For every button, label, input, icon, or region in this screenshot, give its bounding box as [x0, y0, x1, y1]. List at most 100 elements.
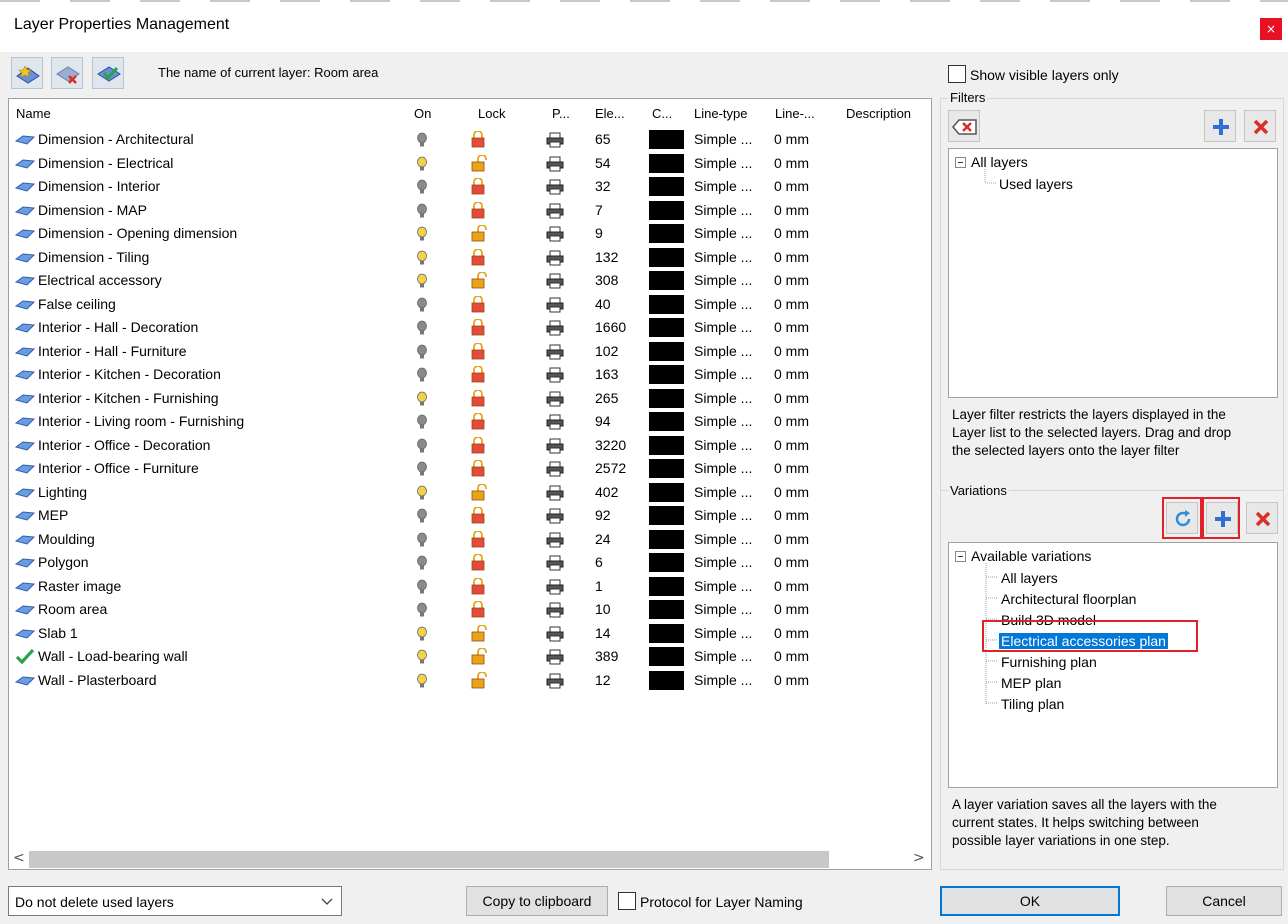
light-bulb-icon[interactable] [416, 461, 428, 477]
line-type[interactable]: Simple ... [694, 578, 752, 594]
table-row[interactable]: Slab 1 14 Simple ... 0 mm [9, 622, 924, 645]
printer-icon[interactable] [546, 508, 564, 524]
table-row[interactable]: Room area 10 Simple ... 0 mm [9, 598, 924, 621]
table-row[interactable]: Dimension - MAP 7 Simple ... 0 mm [9, 199, 924, 222]
line-type[interactable]: Simple ... [694, 437, 752, 453]
line-weight[interactable]: 0 mm [774, 437, 809, 453]
lock-closed-icon[interactable] [470, 507, 488, 525]
column-header-print[interactable]: P... [552, 106, 570, 126]
scroll-left-icon[interactable]: < [13, 850, 25, 866]
filters-tree[interactable]: All layers Used layers [948, 148, 1278, 398]
line-type[interactable]: Simple ... [694, 319, 752, 335]
printer-icon[interactable] [546, 461, 564, 477]
line-type[interactable]: Simple ... [694, 225, 752, 241]
light-bulb-icon[interactable] [416, 320, 428, 336]
layer-color-swatch[interactable] [649, 153, 684, 173]
light-bulb-icon[interactable] [416, 391, 428, 407]
line-type[interactable]: Simple ... [694, 648, 752, 664]
protocol-checkbox[interactable] [618, 892, 636, 910]
layer-color-swatch[interactable] [649, 482, 684, 502]
line-type[interactable]: Simple ... [694, 413, 752, 429]
printer-icon[interactable] [546, 555, 564, 571]
printer-icon[interactable] [546, 414, 564, 430]
printer-icon[interactable] [546, 367, 564, 383]
delete-layer-button[interactable] [51, 57, 83, 89]
light-bulb-icon[interactable] [416, 602, 428, 618]
layer-color-swatch[interactable] [649, 412, 684, 431]
collapse-icon[interactable] [955, 157, 967, 169]
light-bulb-icon[interactable] [416, 414, 428, 430]
table-row[interactable]: Dimension - Tiling 132 Simple ... 0 mm [9, 246, 924, 269]
delete-option-select[interactable]: Do not delete used layers [8, 886, 342, 916]
light-bulb-icon[interactable] [416, 626, 428, 642]
line-type[interactable]: Simple ... [694, 531, 752, 547]
remove-filter-button[interactable] [1244, 110, 1276, 142]
clear-filter-button[interactable] [948, 110, 980, 142]
copy-to-clipboard-button[interactable]: Copy to clipboard [466, 886, 608, 916]
line-weight[interactable]: 0 mm [774, 225, 809, 241]
layer-color-swatch[interactable] [649, 600, 684, 619]
light-bulb-icon[interactable] [416, 297, 428, 313]
column-header-elements[interactable]: Ele... [595, 106, 625, 126]
printer-icon[interactable] [546, 320, 564, 336]
variations-tree[interactable]: Available variations All layers Architect… [948, 542, 1278, 788]
line-type[interactable]: Simple ... [694, 155, 752, 171]
table-row[interactable]: Interior - Kitchen - Decoration 163 Simple… [9, 363, 924, 386]
table-row[interactable]: Interior - Living room - Furnishing 94 Sim… [9, 410, 924, 433]
printer-icon[interactable] [546, 273, 564, 289]
layer-color-swatch[interactable] [649, 459, 684, 478]
line-weight[interactable]: 0 mm [774, 178, 809, 194]
light-bulb-icon[interactable] [416, 555, 428, 571]
table-row[interactable]: Electrical accessory 308 Simple ... 0 mm [9, 269, 924, 292]
line-type[interactable]: Simple ... [694, 484, 752, 500]
table-row[interactable]: Interior - Kitchen - Furnishing 265 Simple… [9, 387, 924, 410]
layer-color-swatch[interactable] [649, 294, 684, 314]
line-weight[interactable]: 0 mm [774, 131, 809, 147]
printer-icon[interactable] [546, 649, 564, 665]
light-bulb-icon[interactable] [416, 508, 428, 524]
line-type[interactable]: Simple ... [694, 460, 752, 476]
line-weight[interactable]: 0 mm [774, 296, 809, 312]
line-type[interactable]: Simple ... [694, 296, 752, 312]
layer-color-swatch[interactable] [649, 647, 684, 666]
ok-button[interactable]: OK [940, 886, 1120, 916]
line-type[interactable]: Simple ... [694, 202, 752, 218]
line-weight[interactable]: 0 mm [774, 343, 809, 359]
lock-closed-icon[interactable] [470, 389, 488, 408]
light-bulb-icon[interactable] [416, 250, 428, 266]
table-row[interactable]: Interior - Hall - Furniture 102 Simple ...… [9, 340, 924, 363]
line-type[interactable]: Simple ... [694, 343, 752, 359]
column-header-lock[interactable]: Lock [478, 106, 505, 126]
table-row[interactable]: Polygon 6 Simple ... 0 mm [9, 551, 924, 574]
layer-color-swatch[interactable] [649, 200, 684, 220]
printer-icon[interactable] [546, 132, 564, 148]
light-bulb-icon[interactable] [416, 226, 428, 242]
line-weight[interactable]: 0 mm [774, 578, 809, 594]
printer-icon[interactable] [546, 485, 564, 501]
layer-color-swatch[interactable] [649, 341, 684, 361]
filter-tree-root[interactable]: All layers [971, 154, 1028, 170]
line-weight[interactable]: 0 mm [774, 390, 809, 406]
line-type[interactable]: Simple ... [694, 625, 752, 641]
light-bulb-icon[interactable] [416, 438, 428, 454]
line-type[interactable]: Simple ... [694, 131, 752, 147]
layer-color-swatch[interactable] [649, 177, 684, 196]
line-weight[interactable]: 0 mm [774, 155, 809, 171]
layer-color-swatch[interactable] [649, 553, 684, 572]
table-row[interactable]: Interior - Office - Decoration 3220 Simple… [9, 434, 924, 457]
column-header-name[interactable]: Name [16, 106, 51, 126]
printer-icon[interactable] [546, 438, 564, 454]
printer-icon[interactable] [546, 579, 564, 595]
line-weight[interactable]: 0 mm [774, 413, 809, 429]
table-row[interactable]: Interior - Hall - Decoration 1660 Simple .… [9, 316, 924, 339]
line-weight[interactable]: 0 mm [774, 648, 809, 664]
lock-open-icon[interactable] [470, 225, 488, 243]
layer-color-swatch[interactable] [649, 318, 684, 337]
cancel-button[interactable]: Cancel [1166, 886, 1282, 916]
light-bulb-icon[interactable] [416, 132, 428, 148]
column-header-color[interactable]: C... [652, 106, 672, 126]
column-header-on[interactable]: On [414, 106, 431, 126]
light-bulb-icon[interactable] [416, 344, 428, 360]
layer-color-swatch[interactable] [649, 529, 684, 549]
line-weight[interactable]: 0 mm [774, 484, 809, 500]
